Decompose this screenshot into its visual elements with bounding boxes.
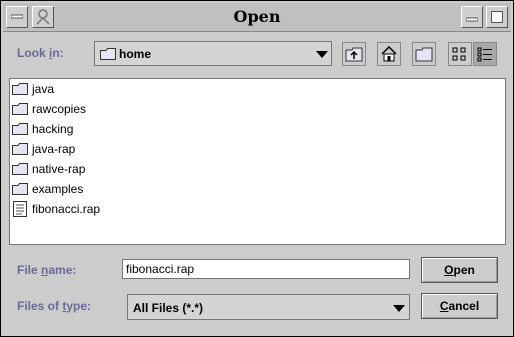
maximize-button[interactable] <box>486 6 508 28</box>
list-item[interactable]: java <box>12 80 54 98</box>
file-list[interactable]: java rawcopies hacking java-rap native-r… <box>9 78 506 245</box>
file-name: native-rap <box>32 162 86 176</box>
details-view-icon <box>477 47 492 62</box>
folder-icon <box>12 163 28 175</box>
home-icon <box>381 46 397 62</box>
list-item[interactable]: native-rap <box>12 160 85 178</box>
folder-icon <box>100 48 116 60</box>
window-title: Open <box>233 7 281 26</box>
minimize-button[interactable] <box>461 6 483 28</box>
list-item[interactable]: examples <box>12 180 83 198</box>
document-icon <box>13 201 27 217</box>
title-bar: Open <box>3 3 511 32</box>
file-name: java-rap <box>32 142 76 156</box>
file-name-input[interactable]: fibonacci.rap <box>122 259 410 279</box>
files-of-type-combobox[interactable]: All Files (*.*) <box>127 294 410 320</box>
folder-icon <box>12 183 28 195</box>
list-item[interactable]: java-rap <box>12 140 75 158</box>
file-name: examples <box>32 182 84 196</box>
folder-icon <box>12 123 28 135</box>
file-name: rawcopies <box>32 102 87 116</box>
folder-icon <box>12 103 28 115</box>
new-folder-icon <box>415 47 433 62</box>
folder-icon <box>12 143 28 155</box>
minimize-icon <box>466 17 478 22</box>
maximize-icon <box>491 11 503 23</box>
up-folder-button[interactable] <box>342 42 366 66</box>
chevron-down-icon <box>393 305 405 312</box>
file-name-label: File name: <box>17 263 77 277</box>
look-in-combobox[interactable]: home <box>94 41 332 66</box>
look-in-label: Look in: <box>17 46 64 60</box>
cancel-button[interactable]: Cancel <box>421 293 498 319</box>
details-view-button[interactable] <box>473 42 497 66</box>
up-folder-icon <box>345 47 363 62</box>
list-item[interactable]: fibonacci.rap <box>12 200 100 218</box>
list-view-button[interactable] <box>448 42 472 66</box>
home-button[interactable] <box>377 42 401 66</box>
list-item[interactable]: rawcopies <box>12 100 86 118</box>
chevron-down-icon <box>316 51 328 58</box>
list-item[interactable]: hacking <box>12 120 73 138</box>
file-name: java <box>32 82 55 96</box>
look-in-value: home <box>119 47 152 61</box>
files-of-type-value: All Files (*.*) <box>133 301 204 315</box>
open-dialog: Open Look in: home java rawcopies hackin… <box>0 0 514 337</box>
folder-icon <box>12 83 28 95</box>
list-view-icon <box>452 47 466 61</box>
open-button[interactable]: Open <box>421 257 498 283</box>
file-name: hacking <box>32 122 74 136</box>
files-of-type-label: Files of type: <box>17 299 92 313</box>
new-folder-button[interactable] <box>412 42 436 66</box>
file-name: fibonacci.rap <box>32 202 101 216</box>
